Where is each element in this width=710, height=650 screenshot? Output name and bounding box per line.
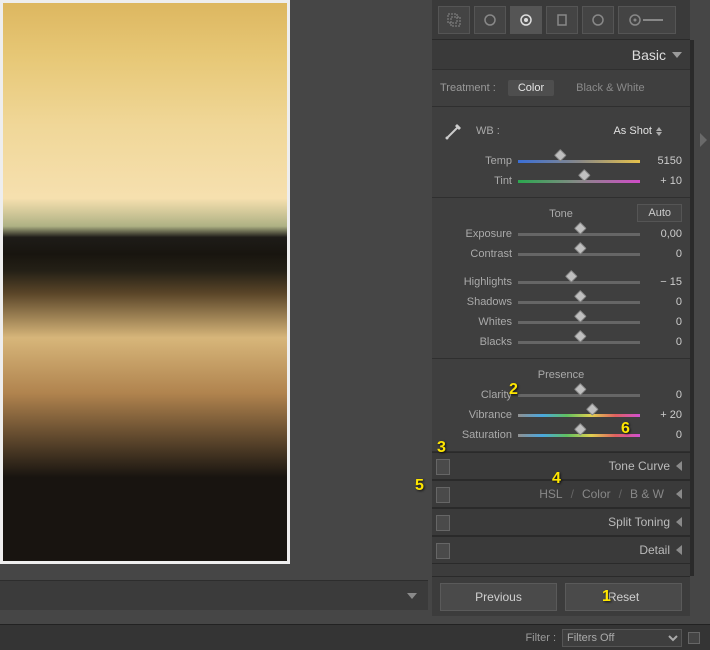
tone-group: Tone Auto Exposure 0,00 Contrast 0 Highl…	[432, 198, 690, 359]
expand-right-icon[interactable]	[696, 125, 710, 155]
treatment-label: Treatment :	[440, 82, 496, 94]
shadows-label: Shadows	[440, 296, 512, 308]
detail-header[interactable]: Detail	[432, 536, 690, 564]
redeye-tool[interactable]	[510, 6, 542, 34]
panel-switch-icon[interactable]	[436, 459, 450, 475]
whites-label: Whites	[440, 316, 512, 328]
highlights-value[interactable]: − 15	[646, 276, 682, 288]
exposure-value[interactable]: 0,00	[646, 228, 682, 240]
previous-button[interactable]: Previous	[440, 583, 557, 611]
triangle-left-icon	[676, 489, 682, 499]
hsl-opt[interactable]: HSL	[539, 487, 562, 501]
wb-group: WB : As Shot Temp 5150 Tint + 10	[432, 107, 690, 198]
temp-slider[interactable]	[518, 157, 640, 165]
preview-pane	[0, 0, 428, 650]
panel-switch-icon[interactable]	[436, 487, 450, 503]
eyedropper-icon[interactable]	[440, 119, 468, 143]
brush-tool[interactable]	[618, 6, 676, 34]
filter-bar: Filter : Filters Off	[0, 624, 710, 650]
photo-preview[interactable]	[0, 0, 290, 564]
basic-panel-header[interactable]: Basic	[432, 40, 690, 70]
blacks-value[interactable]: 0	[646, 336, 682, 348]
contrast-label: Contrast	[440, 248, 512, 260]
tool-strip	[432, 0, 690, 40]
clarity-value[interactable]: 0	[646, 389, 682, 401]
saturation-slider[interactable]	[518, 431, 640, 439]
saturation-label: Saturation	[440, 429, 512, 441]
crop-tool[interactable]	[438, 6, 470, 34]
treatment-color[interactable]: Color	[508, 80, 554, 96]
presence-group: Presence Clarity 0 Vibrance + 20 Saturat…	[432, 359, 690, 452]
tint-value[interactable]: + 10	[646, 175, 682, 187]
presence-title: Presence	[538, 369, 584, 381]
filter-label: Filter :	[525, 632, 556, 644]
basic-title: Basic	[632, 47, 666, 63]
saturation-value[interactable]: 0	[646, 429, 682, 441]
triangle-left-icon	[676, 517, 682, 527]
panel-switch-icon[interactable]	[436, 515, 450, 531]
wb-dropdown[interactable]: As Shot	[613, 125, 662, 137]
contrast-value[interactable]: 0	[646, 248, 682, 260]
panel-scrollbar[interactable]	[690, 40, 694, 576]
clarity-label: Clarity	[440, 389, 512, 401]
shadows-slider[interactable]	[518, 298, 640, 306]
blacks-slider[interactable]	[518, 338, 640, 346]
vibrance-slider[interactable]	[518, 411, 640, 419]
exposure-label: Exposure	[440, 228, 512, 240]
bottom-buttons: Previous Reset	[432, 576, 690, 616]
develop-panel: Basic Treatment : Color Black & White WB…	[432, 0, 690, 616]
spot-tool[interactable]	[474, 6, 506, 34]
whites-slider[interactable]	[518, 318, 640, 326]
treatment-group: Treatment : Color Black & White	[432, 70, 690, 107]
reset-button[interactable]: Reset	[565, 583, 682, 611]
exposure-slider[interactable]	[518, 230, 640, 238]
hsl-header[interactable]: HSL/ Color/ B & W	[432, 480, 690, 508]
triangle-down-icon	[672, 52, 682, 58]
detail-title: Detail	[639, 543, 670, 557]
shadows-value[interactable]: 0	[646, 296, 682, 308]
tint-label: Tint	[440, 175, 512, 187]
highlights-label: Highlights	[440, 276, 512, 288]
strip-bar	[0, 580, 428, 610]
filter-select[interactable]: Filters Off	[562, 629, 682, 647]
hsl-color-opt[interactable]: Color	[582, 487, 611, 501]
split-toning-title: Split Toning	[608, 515, 670, 529]
grad-filter-tool[interactable]	[546, 6, 578, 34]
temp-value[interactable]: 5150	[646, 155, 682, 167]
tone-curve-header[interactable]: Tone Curve	[432, 452, 690, 480]
tone-curve-title: Tone Curve	[609, 459, 670, 473]
highlights-slider[interactable]	[518, 278, 640, 286]
clarity-slider[interactable]	[518, 391, 640, 399]
tint-slider[interactable]	[518, 177, 640, 185]
whites-value[interactable]: 0	[646, 316, 682, 328]
vibrance-label: Vibrance	[440, 409, 512, 421]
contrast-slider[interactable]	[518, 250, 640, 258]
treatment-bw[interactable]: Black & White	[566, 80, 654, 96]
wb-mode: As Shot	[613, 125, 652, 137]
blacks-label: Blacks	[440, 336, 512, 348]
vibrance-value[interactable]: + 20	[646, 409, 682, 421]
triangle-left-icon	[676, 461, 682, 471]
filter-lock-icon[interactable]	[688, 632, 700, 644]
radial-filter-tool[interactable]	[582, 6, 614, 34]
triangle-left-icon	[676, 545, 682, 555]
wb-label: WB :	[476, 125, 500, 137]
temp-label: Temp	[440, 155, 512, 167]
panel-switch-icon[interactable]	[436, 543, 450, 559]
split-toning-header[interactable]: Split Toning	[432, 508, 690, 536]
hsl-bw-opt[interactable]: B & W	[630, 487, 664, 501]
tone-title: Tone	[549, 208, 573, 220]
chevron-down-icon[interactable]	[404, 588, 420, 604]
auto-button[interactable]: Auto	[637, 204, 682, 222]
